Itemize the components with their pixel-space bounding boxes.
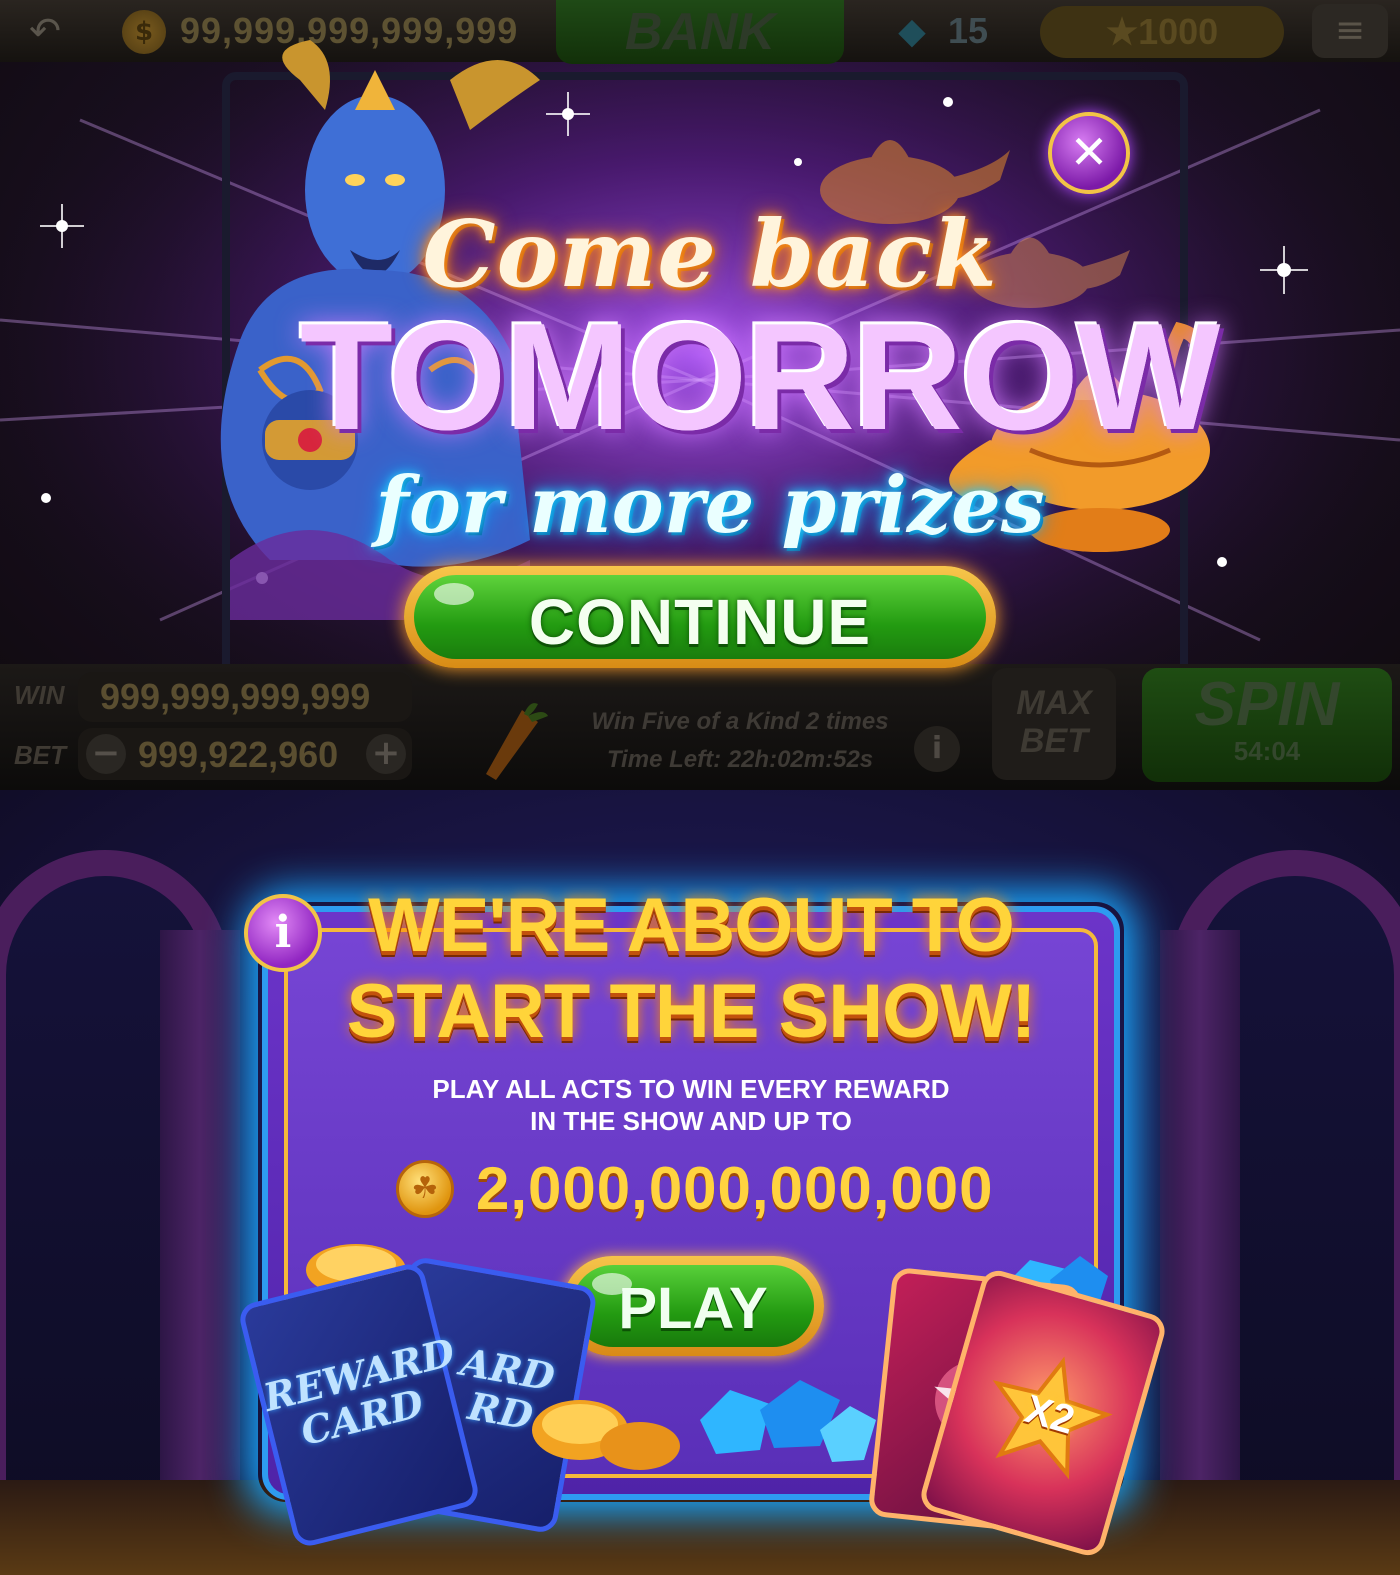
close-popup-button[interactable]: ✕	[1048, 112, 1130, 194]
bank-button[interactable]: BANK	[556, 0, 844, 64]
decrease-bet-button[interactable]: −	[86, 734, 126, 774]
reward-card-text: REWARD CARD	[259, 1329, 460, 1454]
come-back-tomorrow-screen: ↶ $ 99,999,999,999,999 BANK ◆ 15 ★1000 ≡…	[0, 0, 1400, 790]
show-subtitle-line1: PLAY ALL ACTS TO WIN EVERY REWARD	[432, 1074, 950, 1104]
clover-coin-icon: ☘	[396, 1160, 454, 1218]
tomorrow-heading: TOMORROW	[300, 292, 1220, 462]
quest-goal-text: Win Five of a Kind 2 times	[591, 708, 889, 735]
play-button-face: PLAY	[572, 1265, 814, 1347]
quest-info-button[interactable]: i	[914, 726, 960, 772]
prize-amount: 2,000,000,000,000	[476, 1155, 994, 1222]
star-points-button[interactable]: ★1000	[1040, 6, 1284, 58]
show-title-line1: WE'RE ABOUT TO	[368, 883, 1015, 968]
play-button[interactable]: PLAY	[562, 1256, 824, 1356]
game-screenshot: ↶ $ 99,999,999,999,999 BANK ◆ 15 ★1000 ≡…	[0, 0, 1400, 1575]
more-prizes-subheading: for more prizes	[375, 460, 1045, 551]
win-label: WIN	[14, 680, 65, 710]
spin-timer: 54:04	[1233, 736, 1301, 766]
max-bet-button[interactable]: MAX BET	[992, 668, 1116, 780]
hamburger-menu-icon[interactable]: ≡	[1312, 4, 1388, 58]
bet-value: 999,922,960	[138, 734, 339, 775]
win-value: 999,999,999,999	[100, 676, 371, 717]
increase-bet-button[interactable]: +	[366, 734, 406, 774]
continue-button[interactable]: CONTINUE	[404, 566, 996, 668]
spin-label: SPIN	[1194, 670, 1340, 739]
bet-label: BET	[14, 740, 66, 770]
show-title-line2: START THE SHOW!	[346, 969, 1037, 1054]
quest-time-left: Time Left: 22h:02m:52s	[606, 746, 874, 773]
start-the-show-screen: i WE'RE ABOUT TO START THE SHOW! PLAY AL…	[0, 790, 1400, 1575]
carrot-icon	[486, 703, 548, 780]
left-pillar	[160, 930, 240, 1530]
max-bet-line2: BET	[1020, 722, 1088, 760]
continue-button-face: CONTINUE	[414, 575, 986, 659]
right-pillar	[1160, 930, 1240, 1530]
show-subtitle-line2: IN THE SHOW AND UP TO	[530, 1106, 852, 1136]
coins-and-gems-pile-icon	[532, 1380, 876, 1470]
back-arrow-icon[interactable]: ↶	[22, 10, 68, 52]
max-bet-line1: MAX	[1016, 684, 1092, 722]
continue-label: CONTINUE	[528, 586, 872, 658]
play-label: PLAY	[618, 1276, 768, 1341]
spin-button[interactable]: SPIN 54:04	[1142, 668, 1392, 782]
diamond-icon: ◆	[898, 11, 926, 52]
gem-count: 15	[948, 10, 989, 51]
